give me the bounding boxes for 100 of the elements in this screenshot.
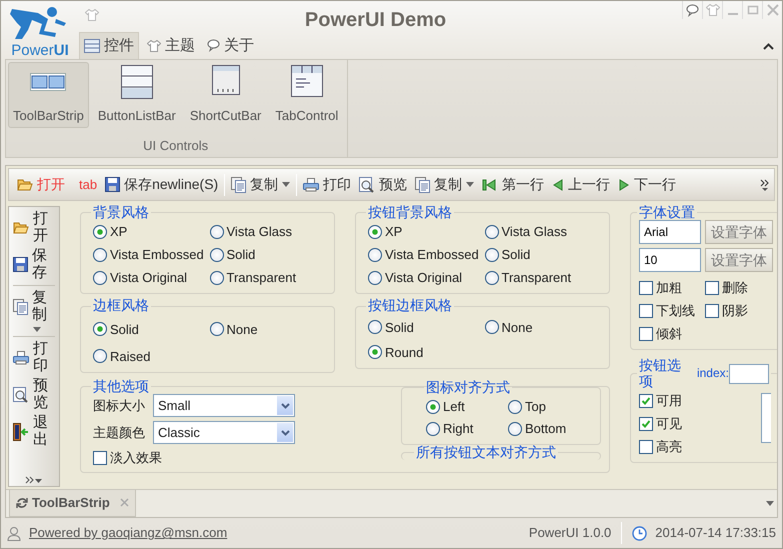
dropdown[interactable]: Small: [153, 394, 295, 418]
checkbox-indicator[interactable]: [639, 416, 653, 431]
email-link[interactable]: Powered by gaoqiangz@msn.com: [29, 523, 228, 543]
radio-button[interactable]: Transparent: [210, 266, 326, 290]
set-font-button[interactable]: 设置字体: [705, 220, 773, 244]
ribbon-button[interactable]: ButtonListBar: [92, 62, 181, 128]
dropdown-button[interactable]: 复制: [411, 172, 478, 197]
set-font-button[interactable]: 设置字体: [705, 248, 773, 272]
checkbox[interactable]: 阴影: [705, 299, 771, 322]
collapse-caret-icon[interactable]: [763, 43, 774, 51]
radio-indicator[interactable]: [93, 224, 107, 239]
radio-indicator[interactable]: [426, 422, 440, 436]
radio-button[interactable]: None: [210, 318, 326, 341]
radio-indicator[interactable]: [93, 248, 107, 262]
radio-button[interactable]: XP: [93, 220, 210, 244]
radio-button[interactable]: None: [484, 316, 601, 339]
toolbar-button[interactable]: 打印: [9, 339, 59, 376]
radio-indicator[interactable]: [368, 345, 382, 360]
checkbox[interactable]: 可见: [639, 412, 761, 436]
checkbox-indicator[interactable]: [639, 326, 653, 341]
checkbox-indicator[interactable]: [639, 394, 653, 408]
toolbar-button[interactable]: 退出: [9, 413, 59, 450]
radio-indicator[interactable]: [368, 224, 382, 239]
radio-button[interactable]: Vista Embossed: [93, 243, 210, 266]
radio-button[interactable]: XP: [368, 220, 484, 244]
toolbar-button[interactable]: 预览: [9, 376, 59, 413]
checkbox[interactable]: 加粗: [639, 276, 705, 300]
ribbon-tab[interactable]: 关于: [203, 32, 258, 59]
checkbox-indicator[interactable]: [639, 440, 653, 454]
ribbon-button[interactable]: ToolBarStrip: [8, 62, 89, 128]
list-box[interactable]: [761, 393, 771, 444]
radio-indicator[interactable]: [484, 270, 498, 285]
radio-indicator[interactable]: [93, 322, 107, 336]
radio-indicator[interactable]: [508, 400, 522, 414]
radio-indicator[interactable]: [93, 349, 107, 364]
toolbar-button[interactable]: 下一行: [614, 172, 680, 197]
ribbon-button[interactable]: ShortCutBar: [184, 62, 266, 128]
toolbar-button[interactable]: 打开: [9, 209, 59, 246]
radio-indicator[interactable]: [484, 224, 498, 239]
text-field[interactable]: 10: [639, 248, 701, 272]
index-field[interactable]: [729, 364, 769, 384]
text-field[interactable]: Arial: [639, 220, 701, 244]
radio-button[interactable]: Vista Embossed: [368, 243, 484, 266]
radio-indicator[interactable]: [368, 270, 382, 285]
checkbox[interactable]: 倾斜: [639, 322, 705, 346]
dropdown[interactable]: Classic: [153, 421, 295, 444]
radio-button[interactable]: Right: [426, 418, 508, 440]
toolbar-button[interactable]: 打印: [299, 172, 356, 197]
person-icon: [7, 526, 21, 540]
overflow-chevron-icon[interactable]: [25, 476, 43, 484]
checkbox[interactable]: 淡入效果: [93, 448, 295, 468]
radio-button[interactable]: Vista Original: [93, 266, 210, 290]
radio-indicator[interactable]: [484, 320, 498, 334]
checkbox[interactable]: 高亮: [639, 435, 761, 458]
radio-indicator[interactable]: [508, 422, 522, 436]
radio-indicator[interactable]: [210, 248, 224, 262]
checkbox-indicator[interactable]: [93, 451, 107, 466]
radio-button[interactable]: Vista Original: [368, 266, 484, 290]
checkbox-indicator[interactable]: [705, 280, 719, 295]
radio-button[interactable]: Raised: [93, 344, 210, 368]
dropdown-button[interactable]: 复制: [227, 172, 294, 197]
radio-button[interactable]: Round: [368, 340, 484, 364]
speech-bubble-icon[interactable]: [686, 4, 699, 16]
toolbar-button[interactable]: 第一行: [478, 172, 548, 197]
radio-button[interactable]: Solid: [210, 243, 326, 266]
radio-button[interactable]: Left: [426, 396, 508, 418]
checkbox[interactable]: 可用: [639, 389, 761, 412]
dropdown-button[interactable]: 复制: [9, 288, 59, 334]
checkbox[interactable]: 下划线: [639, 299, 705, 322]
document-tab[interactable]: ToolBarStrip: [9, 490, 136, 516]
radio-indicator[interactable]: [368, 320, 382, 334]
toolbar-button[interactable]: 预览: [355, 172, 412, 197]
checkbox[interactable]: 删除: [705, 276, 771, 300]
radio-button[interactable]: Top: [508, 396, 592, 418]
radio-indicator[interactable]: [210, 322, 224, 336]
radio-indicator[interactable]: [210, 224, 224, 239]
radio-button[interactable]: Vista Glass: [484, 220, 601, 244]
radio-button[interactable]: Solid: [368, 316, 484, 339]
radio-indicator[interactable]: [93, 270, 107, 285]
radio-indicator[interactable]: [426, 400, 440, 414]
radio-button[interactable]: Bottom: [508, 418, 592, 440]
clock-icon: [632, 526, 648, 540]
radio-button[interactable]: Solid: [484, 243, 601, 266]
radio-indicator[interactable]: [368, 248, 382, 262]
radio-button[interactable]: Vista Glass: [210, 220, 326, 244]
toolbar-button[interactable]: 保存newline(S): [101, 172, 222, 197]
radio-button[interactable]: Solid: [93, 318, 210, 341]
toolbar-button[interactable]: 上一行: [548, 172, 614, 197]
caret-icon[interactable]: [766, 501, 774, 506]
toolbar-button[interactable]: 保存: [9, 246, 59, 283]
overflow-chevron-icon[interactable]: [760, 178, 770, 192]
radio-indicator[interactable]: [484, 248, 498, 262]
checkbox-indicator[interactable]: [639, 280, 653, 295]
ribbon-tab[interactable]: 控件: [79, 32, 139, 59]
ribbon-button[interactable]: TabControl: [270, 62, 344, 128]
checkbox-indicator[interactable]: [639, 304, 653, 318]
radio-indicator[interactable]: [210, 270, 224, 285]
radio-button[interactable]: Transparent: [484, 266, 601, 290]
ribbon-tab[interactable]: 主题: [143, 32, 199, 59]
checkbox-indicator[interactable]: [705, 304, 719, 318]
